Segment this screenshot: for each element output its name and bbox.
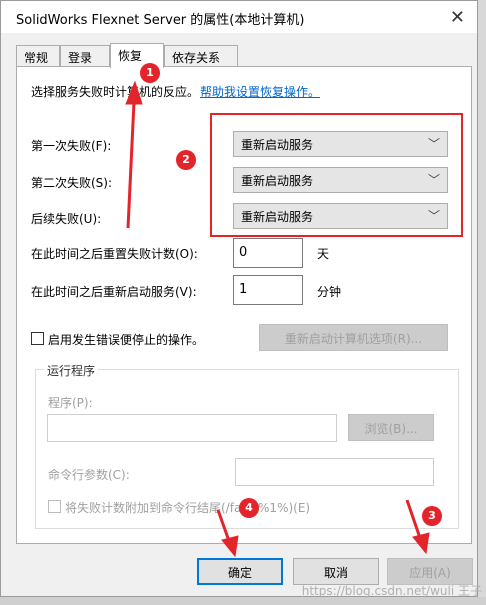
restart-service-label: 在此时间之后重新启动服务(V): <box>31 285 197 299</box>
program-input[interactable] <box>47 414 337 442</box>
annotation-badge-2: 2 <box>176 150 196 170</box>
cmd-params-input[interactable] <box>235 458 434 486</box>
run-program-group-title: 运行程序 <box>44 362 99 379</box>
close-icon[interactable]: ✕ <box>450 7 465 28</box>
annotation-badge-3: 3 <box>422 506 442 526</box>
first-failure-label: 第一次失败(F): <box>31 139 112 153</box>
watermark-text: https://blog.csdn.net/wuli 王子 <box>301 584 482 598</box>
title-bar[interactable]: SolidWorks Flexnet Server 的属性(本地计算机) ✕ <box>1 1 477 33</box>
help-link[interactable]: 帮助我设置恢复操作。 <box>200 83 320 100</box>
append-fail-count-checkbox[interactable] <box>48 500 61 513</box>
enable-error-actions-checkbox[interactable] <box>31 332 44 345</box>
enable-error-actions-label: 启用发生错误便停止的操作。 <box>48 333 205 347</box>
recovery-intro-text: 选择服务失败时计算机的反应。 <box>31 85 200 99</box>
annotation-highlight-box <box>210 113 463 237</box>
tab-general[interactable]: 常规 <box>16 45 60 67</box>
window-title: SolidWorks Flexnet Server 的属性(本地计算机) <box>16 13 305 28</box>
restart-service-input[interactable]: 1 <box>233 275 303 305</box>
apply-button[interactable]: 应用(A) <box>387 558 473 585</box>
subsequent-failure-label: 后续失败(U): <box>31 212 102 226</box>
cancel-button[interactable]: 取消 <box>293 558 379 585</box>
tab-logon[interactable]: 登录 <box>60 45 110 67</box>
annotation-badge-4: 4 <box>239 498 259 518</box>
annotation-badge-1: 1 <box>140 63 160 83</box>
reset-count-unit: 天 <box>317 247 330 261</box>
browse-button[interactable]: 浏览(B)... <box>348 414 434 441</box>
cmd-params-label: 命令行参数(C): <box>48 468 130 482</box>
ok-button[interactable]: 确定 <box>197 558 283 585</box>
restart-service-unit: 分钟 <box>317 285 342 299</box>
append-fail-count-label: 将失败计数附加到命令行结尾(/fail=%1%)(E) <box>65 501 311 515</box>
reset-count-label: 在此时间之后重置失败计数(O): <box>31 247 198 261</box>
restart-computer-options-button[interactable]: 重新启动计算机选项(R)... <box>259 324 448 351</box>
tab-dependencies[interactable]: 依存关系 <box>164 45 238 67</box>
second-failure-label: 第二次失败(S): <box>31 176 113 190</box>
reset-count-input[interactable]: 0 <box>233 238 303 268</box>
program-label: 程序(P): <box>48 396 93 410</box>
